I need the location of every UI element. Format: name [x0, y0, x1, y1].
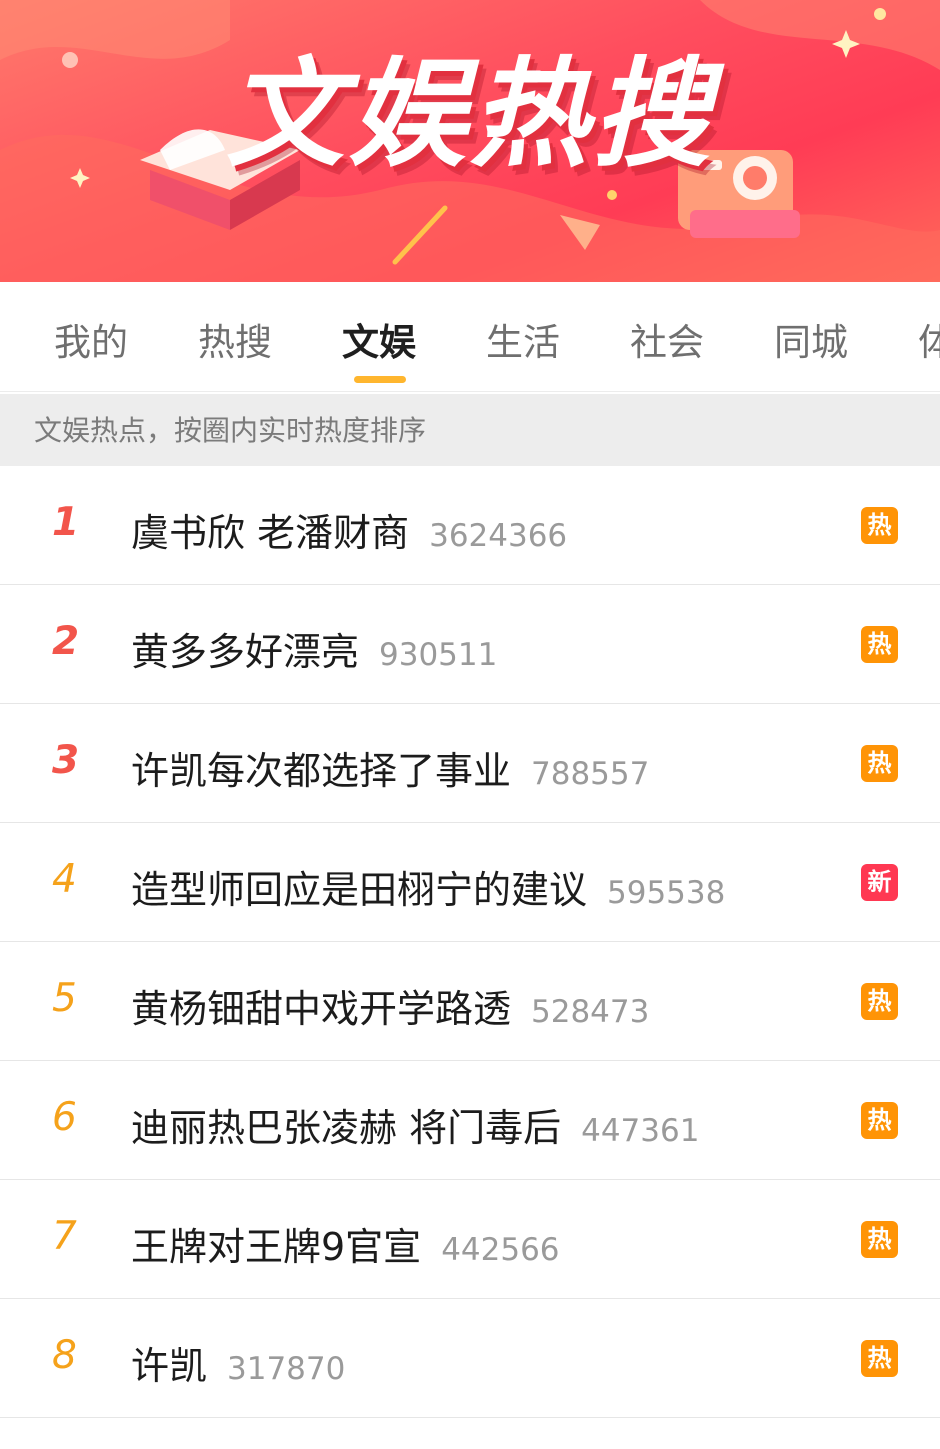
rank-number: 1 — [52, 500, 80, 545]
heat-count: 788557 — [531, 756, 650, 792]
topic-title[interactable]: 造型师回应是田栩宁的建议 — [131, 868, 587, 912]
heat-count: 930511 — [379, 637, 498, 673]
list-item[interactable]: 2 黄多多好漂亮 930511 热 — [0, 585, 940, 704]
rank-number: 8 — [52, 1333, 77, 1378]
topic-title[interactable]: 许凯 — [131, 1344, 207, 1388]
hot-badge: 热 — [861, 745, 898, 782]
heat-count: 442566 — [441, 1232, 560, 1268]
list-item[interactable]: 6 迪丽热巴张凌赫 将门毒后 447361 热 — [0, 1061, 940, 1180]
topic-title[interactable]: 黄杨钿甜中戏开学路透 — [131, 987, 511, 1031]
topic-title[interactable]: 王牌对王牌9官宣 — [131, 1225, 421, 1269]
list-item[interactable]: 1 虞书欣 老潘财商 3624366 热 — [0, 466, 940, 585]
list-description: 文娱热点，按圈内实时热度排序 — [0, 394, 940, 466]
rank-number: 7 — [52, 1214, 77, 1259]
hot-badge: 热 — [861, 1102, 898, 1139]
rank-number: 6 — [52, 1095, 77, 1140]
hot-search-list: 1 虞书欣 老潘财商 3624366 热 2 黄多多好漂亮 930511 热 3 许… — [0, 466, 940, 1418]
list-item[interactable]: 5 黄杨钿甜中戏开学路透 528473 热 — [0, 942, 940, 1061]
heat-count: 3624366 — [429, 518, 568, 554]
list-item[interactable]: 7 王牌对王牌9官宣 442566 热 — [0, 1180, 940, 1299]
tab-sports[interactable]: 体 — [918, 312, 940, 366]
heat-count: 528473 — [531, 994, 650, 1030]
topic-title[interactable]: 黄多多好漂亮 — [131, 630, 359, 674]
rank-number: 5 — [52, 976, 77, 1021]
topic-title[interactable]: 虞书欣 老潘财商 — [131, 511, 409, 555]
rank-number: 4 — [52, 857, 77, 902]
tab-society[interactable]: 社会 — [630, 312, 704, 366]
topic-title[interactable]: 迪丽热巴张凌赫 将门毒后 — [131, 1106, 561, 1150]
heat-count: 595538 — [607, 875, 726, 911]
category-tab-bar: 我的 热搜 文娱 生活 社会 同城 体 — [0, 282, 940, 392]
topic-title[interactable]: 许凯每次都选择了事业 — [131, 749, 511, 793]
tab-hot-search[interactable]: 热搜 — [198, 312, 272, 366]
heat-count: 317870 — [227, 1351, 346, 1387]
hot-badge: 热 — [861, 983, 898, 1020]
hot-badge: 热 — [861, 1340, 898, 1377]
hot-badge: 热 — [861, 1221, 898, 1258]
tab-local[interactable]: 同城 — [774, 312, 848, 366]
rank-number: 2 — [52, 619, 80, 664]
tab-mine[interactable]: 我的 — [54, 312, 128, 366]
hot-badge: 热 — [861, 626, 898, 663]
list-item[interactable]: 3 许凯每次都选择了事业 788557 热 — [0, 704, 940, 823]
banner: 文娱热搜 — [0, 0, 940, 282]
heat-count: 447361 — [581, 1113, 700, 1149]
new-badge: 新 — [861, 864, 898, 901]
rank-number: 3 — [52, 738, 80, 783]
list-item[interactable]: 8 许凯 317870 热 — [0, 1299, 940, 1418]
hot-badge: 热 — [861, 507, 898, 544]
list-item[interactable]: 4 造型师回应是田栩宁的建议 595538 新 — [0, 823, 940, 942]
tab-life[interactable]: 生活 — [486, 312, 560, 366]
tab-entertainment[interactable]: 文娱 — [342, 312, 416, 366]
banner-title: 文娱热搜 — [225, 45, 714, 183]
active-tab-indicator — [354, 376, 406, 383]
